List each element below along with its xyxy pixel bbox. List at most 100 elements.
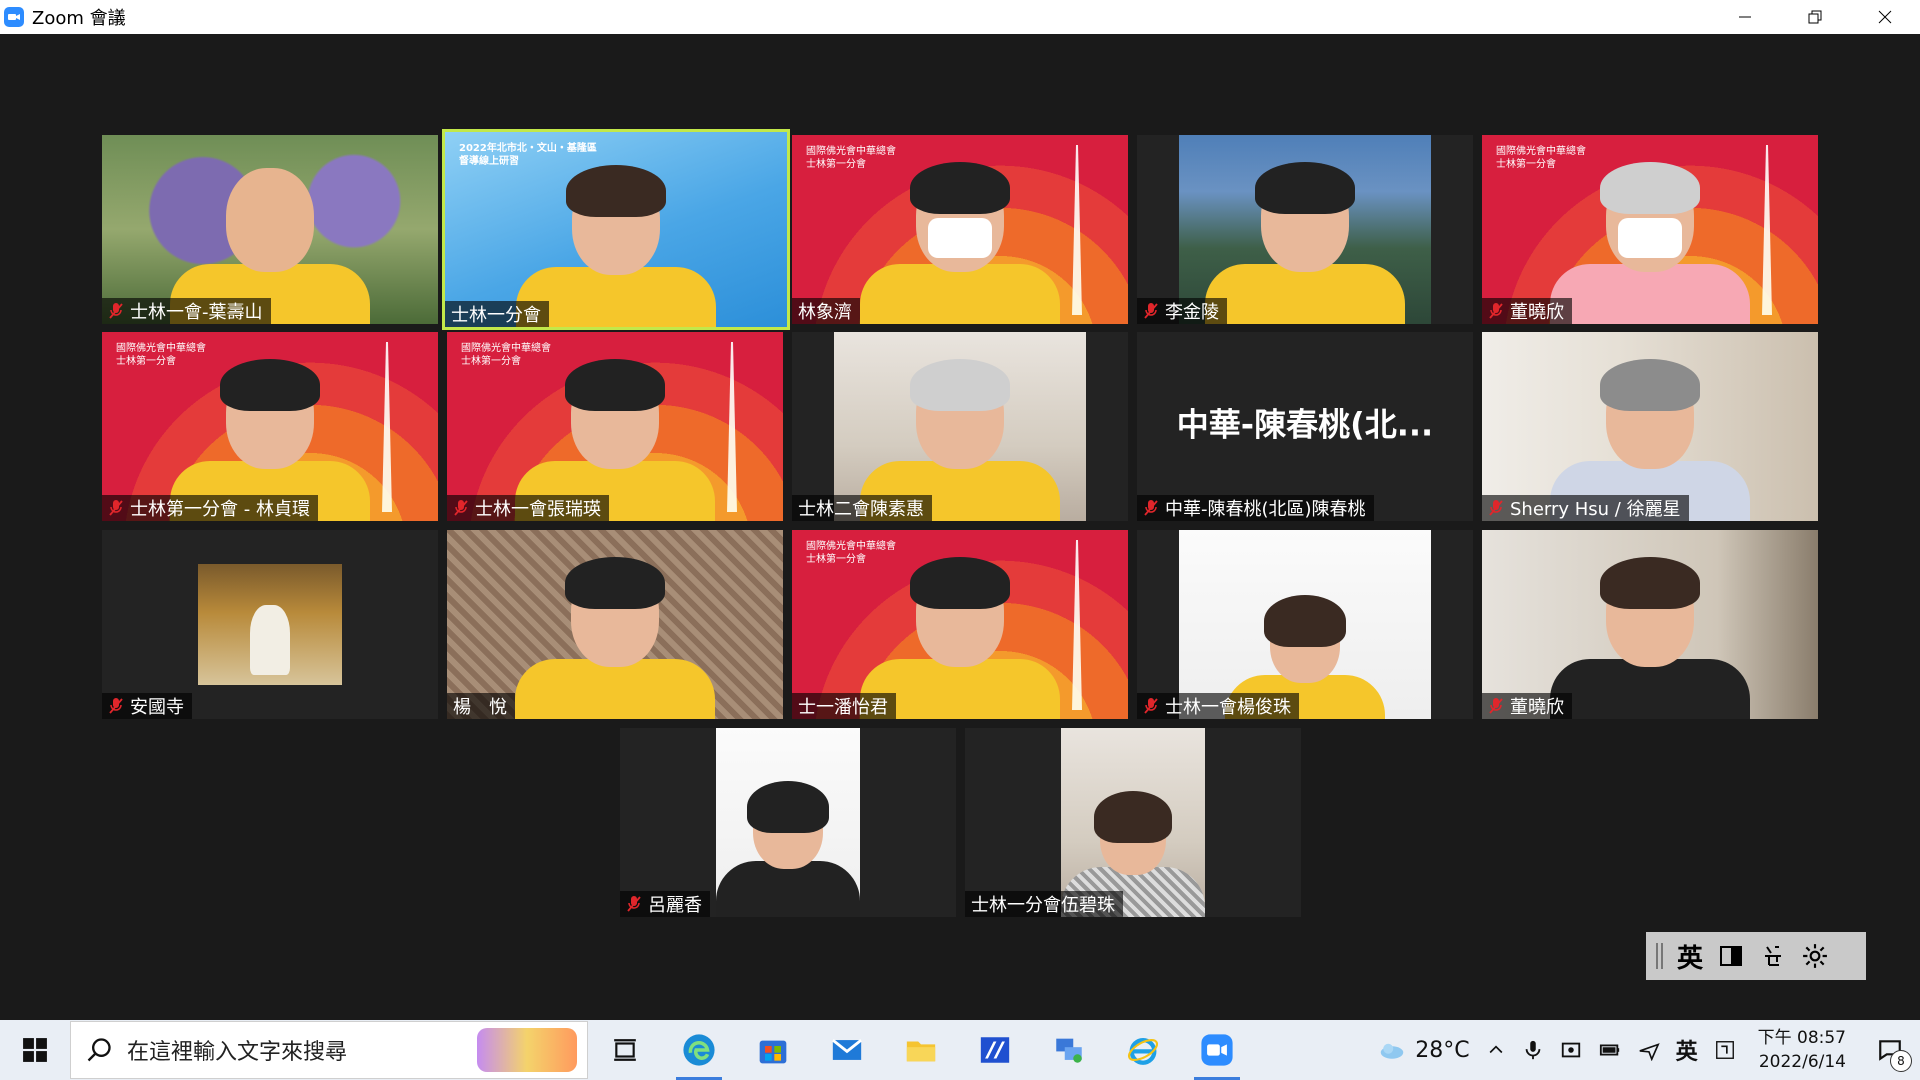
pinyin-icon[interactable] <box>1759 942 1787 970</box>
edge-app[interactable] <box>662 1020 736 1080</box>
participant-name: 士林一分會伍碧珠 <box>971 895 1115 916</box>
mic-muted-icon <box>1489 698 1503 714</box>
taipei-101-graphic <box>1072 540 1082 710</box>
toolbar-grip-icon[interactable] <box>1656 943 1663 969</box>
participant-name-label: 士林一分會伍碧珠 <box>965 891 1123 917</box>
window-titlebar: Zoom 會議 <box>0 0 1920 34</box>
participant-name: 士林一會楊俊珠 <box>1165 697 1291 718</box>
participant-video <box>834 332 1086 521</box>
participant-tile[interactable]: 國際佛光會中華總會 士林第一分會 士林第一分會 - 林貞環 <box>102 332 438 521</box>
participant-name: 呂麗香 <box>648 895 702 916</box>
participant-tile[interactable]: 楊 悅 <box>447 530 783 719</box>
notification-center-button[interactable]: 8 <box>1860 1020 1920 1080</box>
system-tray: 28°C 英 下午 08:57 2022/6/14 8 <box>1369 1020 1920 1080</box>
weather-widget[interactable]: 28°C <box>1369 1020 1477 1080</box>
gallery-view: 士林一會-葉壽山 2022年北市北・文山・基隆區 督導線上研習 士林一分會 國際… <box>0 34 1920 1020</box>
participant-tile[interactable]: 國際佛光會中華總會 士林第一分會 士林一會張瑞瑛 <box>447 332 783 521</box>
mic-muted-icon <box>1489 303 1503 319</box>
search-placeholder: 在這裡輸入文字來搜尋 <box>127 1040 348 1065</box>
device-icon <box>1561 1042 1580 1058</box>
participant-tile[interactable]: 呂麗香 <box>620 728 956 917</box>
participant-tile[interactable]: 國際佛光會中華總會 士林第一分會 林象濟 <box>792 135 1128 324</box>
restore-button[interactable] <box>1780 0 1850 34</box>
mic-muted-icon <box>1144 303 1158 319</box>
store-app[interactable] <box>736 1020 810 1080</box>
participant-name-label: 呂麗香 <box>620 891 710 917</box>
network-tray[interactable] <box>1630 1020 1668 1080</box>
taipei-101-graphic <box>382 342 392 512</box>
participant-name: 中華-陳春桃(北區)陳春桃 <box>1165 499 1366 520</box>
minimize-button[interactable] <box>1710 0 1780 34</box>
participant-name: 董曉欣 <box>1510 697 1564 718</box>
cloud-icon <box>1380 1043 1404 1059</box>
task-view-button[interactable] <box>588 1020 662 1080</box>
settings-gear-icon[interactable] <box>1801 942 1829 970</box>
search-icon <box>87 1038 111 1062</box>
participant-name: 士林一會-葉壽山 <box>130 302 263 323</box>
battery-tray[interactable] <box>1590 1020 1630 1080</box>
participant-video <box>1179 530 1431 719</box>
zoom-icon <box>1201 1034 1233 1066</box>
internet-explorer-app[interactable] <box>1106 1020 1180 1080</box>
taskbar-search-box[interactable]: 在這裡輸入文字來搜尋 <box>70 1021 588 1079</box>
participant-name-label: 林象濟 <box>792 298 860 324</box>
participant-tile[interactable]: 董曉欣 <box>1482 530 1818 719</box>
mic-muted-icon <box>1144 500 1158 516</box>
participant-display-name: 中華-陳春桃(北... <box>1176 404 1434 443</box>
participant-name: 楊 悅 <box>453 697 507 718</box>
store-icon <box>759 1040 787 1064</box>
window-title: Zoom 會議 <box>32 8 126 29</box>
participant-name: 安國寺 <box>130 697 184 718</box>
participant-name: 士林一分會 <box>451 305 541 326</box>
start-button[interactable] <box>0 1020 70 1080</box>
participant-tile[interactable]: 國際佛光會中華總會 士林第一分會 董曉欣 <box>1482 135 1818 324</box>
input-language-indicator[interactable]: 英 <box>1668 1020 1706 1080</box>
close-button[interactable] <box>1850 0 1920 34</box>
participant-tile-active-speaker[interactable]: 2022年北市北・文山・基隆區 督導線上研習 士林一分會 <box>442 129 790 330</box>
participant-tile[interactable]: 安國寺 <box>102 530 438 719</box>
participant-name-label: 董曉欣 <box>1482 693 1572 719</box>
participant-tile[interactable]: 士林一會楊俊珠 <box>1137 530 1473 719</box>
participant-name: 士林二會陳素惠 <box>798 499 924 520</box>
participant-video <box>1061 728 1205 917</box>
participant-name: 士林一會張瑞瑛 <box>475 499 601 520</box>
participant-video: 國際佛光會中華總會 士林第一分會 <box>792 530 1128 719</box>
search-highlight-illustration <box>477 1028 577 1072</box>
microphone-icon <box>1525 1040 1540 1060</box>
chevron-up-icon <box>1489 1045 1503 1054</box>
ime-mode-tray[interactable] <box>1706 1020 1744 1080</box>
mic-muted-icon <box>109 303 123 319</box>
panel-icon[interactable] <box>1717 942 1745 970</box>
clock-date: 2022/6/14 <box>1758 1052 1846 1072</box>
participant-tile[interactable]: 李金陵 <box>1137 135 1473 324</box>
mail-app[interactable] <box>810 1020 884 1080</box>
mic-muted-icon <box>109 500 123 516</box>
weather-temperature: 28°C <box>1415 1037 1470 1063</box>
file-explorer-app[interactable] <box>884 1020 958 1080</box>
participant-tile[interactable]: 國際佛光會中華總會 士林第一分會 士一潘怡君 <box>792 530 1128 719</box>
show-hidden-icons-button[interactable] <box>1478 1020 1514 1080</box>
meet-now-tray[interactable] <box>1552 1020 1590 1080</box>
participant-tile-video-off[interactable]: 中華-陳春桃(北... 中華-陳春桃(北區)陳春桃 <box>1137 332 1473 521</box>
participant-tile[interactable]: 士林二會陳素惠 <box>792 332 1128 521</box>
mic-muted-icon <box>627 896 641 912</box>
mic-muted-icon <box>454 500 468 516</box>
network-app[interactable] <box>1032 1020 1106 1080</box>
participant-video <box>447 530 783 719</box>
participant-tile[interactable]: Sherry Hsu / 徐麗星 <box>1482 332 1818 521</box>
participant-name: 董曉欣 <box>1510 302 1564 323</box>
participant-name: 士林第一分會 - 林貞環 <box>130 499 310 520</box>
participant-name-label: 士林二會陳素惠 <box>792 495 932 521</box>
participant-name: Sherry Hsu / 徐麗星 <box>1510 499 1681 520</box>
ime-language-toggle[interactable]: 英 <box>1677 938 1703 975</box>
zoom-app[interactable] <box>1180 1020 1254 1080</box>
clock[interactable]: 下午 08:57 2022/6/14 <box>1744 1026 1860 1074</box>
participant-tile[interactable]: 士林一分會伍碧珠 <box>965 728 1301 917</box>
microphone-tray[interactable] <box>1514 1020 1552 1080</box>
participant-video-frame <box>792 332 1128 521</box>
airplane-mode-icon <box>1639 1043 1660 1061</box>
participant-name-label: 董曉欣 <box>1482 298 1572 324</box>
remote-app[interactable] <box>958 1020 1032 1080</box>
participant-tile[interactable]: 士林一會-葉壽山 <box>102 135 438 324</box>
participant-video <box>716 728 860 917</box>
